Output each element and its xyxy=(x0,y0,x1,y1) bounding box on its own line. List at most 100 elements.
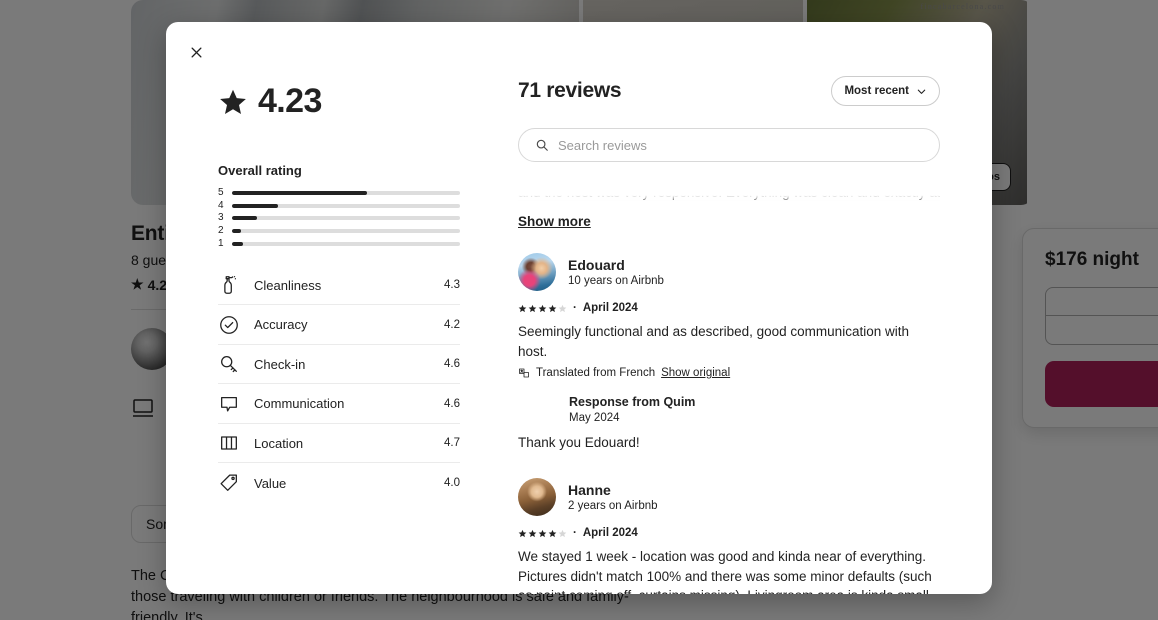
category-label: Cleanliness xyxy=(254,277,322,293)
host-response-header: Response from Quim May 2024 xyxy=(530,395,940,424)
review-item: Hanne 2 years on Airbnb · April 2024 We … xyxy=(518,478,940,594)
host-response-text: Thank you Edouard! xyxy=(518,434,640,450)
category-label: Accuracy xyxy=(254,317,308,333)
distribution-track xyxy=(232,229,460,234)
star-icon xyxy=(538,529,547,537)
check-circle-icon xyxy=(220,315,238,334)
reviews-header: 71 reviews Most recent xyxy=(518,76,992,106)
category-row-accuracy: Accuracy 4.2 xyxy=(218,305,460,345)
distribution-fill xyxy=(232,216,258,221)
cleaning-spray-icon xyxy=(224,276,236,295)
category-ratings-list: Cleanliness 4.3 Accuracy 4.2 Check-in 4.… xyxy=(218,266,460,503)
star-icon xyxy=(220,89,246,114)
distribution-star-label: 4 xyxy=(218,199,224,211)
star-icon xyxy=(538,304,547,312)
distribution-row: 1 xyxy=(218,237,460,250)
distribution-track xyxy=(232,203,460,208)
review-rating-row: · April 2024 xyxy=(518,302,940,314)
search-icon xyxy=(536,139,548,151)
distribution-row: 4 xyxy=(218,200,460,213)
reviews-modal: 4.23 Overall rating 5 4 3 2 1 Cleanlines… xyxy=(166,22,992,594)
star-icon xyxy=(528,304,537,312)
reviewer-name: Hanne xyxy=(568,481,611,498)
star-icon xyxy=(558,529,567,537)
distribution-track xyxy=(232,241,460,246)
speech-bubble-icon xyxy=(221,396,237,412)
distribution-star-label: 3 xyxy=(218,212,224,224)
review-rating-row: · April 2024 xyxy=(518,527,940,539)
distribution-fill xyxy=(232,229,242,234)
review-text: We stayed 1 week - location was good and… xyxy=(518,549,937,594)
tag-icon xyxy=(220,474,237,492)
review-author-info: Edouard 10 years on Airbnb xyxy=(568,257,664,288)
category-score: 4.6 xyxy=(444,397,460,410)
review-text: Seemingly functional and as described, g… xyxy=(518,324,909,359)
review-date: April 2024 xyxy=(582,302,638,314)
star-rating xyxy=(518,529,567,538)
translation-note-label: Translated from French xyxy=(536,367,656,379)
sort-dropdown[interactable]: Most recent xyxy=(831,76,940,106)
star-icon xyxy=(518,529,527,537)
host-response-title: Response from Quim xyxy=(569,395,696,409)
chevron-down-icon xyxy=(917,89,926,94)
fade-mask xyxy=(518,185,940,204)
review-author-info: Hanne 2 years on Airbnb xyxy=(568,482,658,513)
category-label: Communication xyxy=(254,396,345,412)
ratings-panel: 4.23 Overall rating 5 4 3 2 1 Cleanlines… xyxy=(166,22,518,594)
host-response-info: Response from Quim May 2024 xyxy=(569,395,695,424)
review-item: Edouard 10 years on Airbnb · April 2024 … xyxy=(518,253,940,452)
reviewer-name: Edouard xyxy=(568,256,625,273)
category-row-location: Location 4.7 xyxy=(218,424,460,464)
map-icon xyxy=(221,436,237,450)
search-reviews-wrapper[interactable] xyxy=(518,128,940,162)
overall-score-value: 4.23 xyxy=(258,82,322,120)
distribution-row: 5 xyxy=(218,187,460,200)
key-icon xyxy=(221,356,237,373)
separator-dot: · xyxy=(573,527,577,540)
translate-icon xyxy=(519,368,529,378)
avatar xyxy=(518,253,556,291)
show-more-button[interactable]: Show more xyxy=(518,214,591,229)
search-reviews-input[interactable] xyxy=(558,137,923,153)
category-label: Location xyxy=(254,435,304,451)
category-score: 4.2 xyxy=(444,318,460,331)
distribution-track xyxy=(232,216,460,221)
star-rating xyxy=(518,304,567,313)
reviews-panel: 71 reviews Most recent and th xyxy=(518,22,992,594)
category-label: Check-in xyxy=(254,356,306,372)
separator-dot: · xyxy=(573,302,577,314)
overall-score-row: 4.23 xyxy=(218,76,518,126)
category-score: 4.6 xyxy=(444,358,460,371)
category-row-communication: Communication 4.6 xyxy=(218,384,460,424)
review-author[interactable]: Hanne 2 years on Airbnb xyxy=(518,478,940,517)
host-response: Response from Quim May 2024 Thank you Ed… xyxy=(518,395,940,452)
rating-distribution: 5 4 3 2 1 xyxy=(218,187,460,250)
star-icon xyxy=(558,304,567,312)
category-row-cleanliness: Cleanliness 4.3 xyxy=(218,266,460,306)
reviewer-meta: 10 years on Airbnb xyxy=(568,275,664,288)
distribution-fill xyxy=(232,191,367,196)
category-row-value: Value 4.0 xyxy=(218,463,460,503)
reviewer-meta: 2 years on Airbnb xyxy=(568,500,658,513)
star-icon xyxy=(548,304,557,312)
distribution-fill xyxy=(232,203,278,208)
distribution-star-label: 2 xyxy=(218,225,224,237)
review-date: April 2024 xyxy=(582,527,638,540)
star-icon xyxy=(528,529,537,537)
reviews-scroll-area[interactable]: and the host was very responsive. Everyt… xyxy=(518,185,992,594)
category-row-checkin: Check-in 4.6 xyxy=(218,345,460,385)
avatar xyxy=(518,478,556,517)
clipped-review-text: and the host was very responsive. Everyt… xyxy=(518,185,940,213)
category-score: 4.3 xyxy=(444,279,460,292)
host-response-date: May 2024 xyxy=(569,411,620,424)
distribution-track xyxy=(232,191,460,196)
reviews-count: 71 reviews xyxy=(518,79,622,102)
sort-value: Most recent xyxy=(844,85,909,97)
category-score: 4.0 xyxy=(444,477,460,490)
show-original-button[interactable]: Show original xyxy=(661,367,730,379)
distribution-fill xyxy=(232,241,244,246)
star-icon xyxy=(548,529,557,537)
review-author[interactable]: Edouard 10 years on Airbnb xyxy=(518,253,940,291)
overall-rating-heading: Overall rating xyxy=(218,163,302,178)
distribution-row: 3 xyxy=(218,212,460,225)
